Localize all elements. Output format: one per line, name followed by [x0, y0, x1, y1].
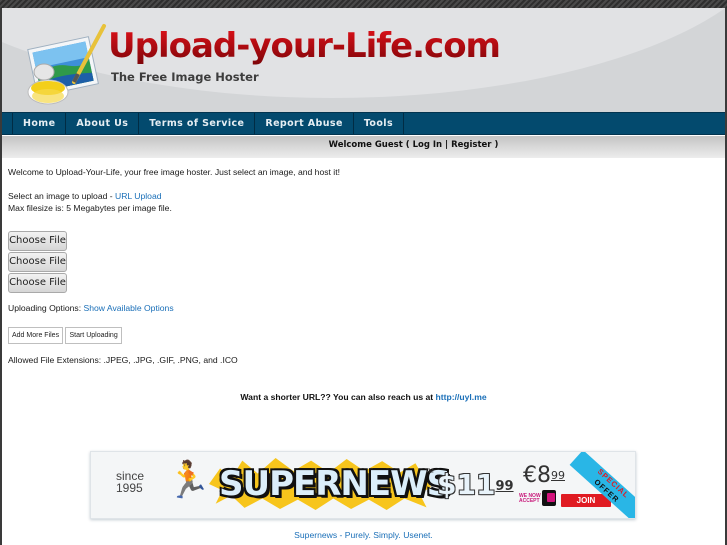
ad-caption-link[interactable]: Supernews - Purely. Simply. Usenet.: [2, 530, 725, 540]
top-decorative-strip: [0, 0, 727, 8]
welcome-prefix: Welcome Guest (: [328, 140, 413, 150]
ad-eur-cents: 99: [551, 469, 565, 482]
nav-report-abuse[interactable]: Report Abuse: [254, 113, 352, 134]
choose-file-button-3[interactable]: Choose File: [8, 273, 67, 293]
page: Upload-your-Life.com The Free Image Host…: [2, 8, 725, 545]
running-newspaper-icon: 🏃: [166, 459, 211, 500]
shorter-url-line: Want a shorter URL?? You can also reach …: [2, 392, 725, 402]
url-upload-link[interactable]: URL Upload: [115, 191, 162, 201]
ad-since-year: 1995: [116, 481, 143, 495]
nav-about-us[interactable]: About Us: [65, 113, 138, 134]
nav-terms-of-service[interactable]: Terms of Service: [138, 113, 254, 134]
main-nav: Home About Us Terms of Service Report Ab…: [2, 112, 725, 135]
allowed-extensions-text: Allowed File Extensions: .JPEG, .JPG, .G…: [8, 355, 238, 365]
select-line: Select an image to upload - URL Upload: [8, 190, 708, 202]
select-label: Select an image to upload -: [8, 191, 116, 201]
ad-brand-logo: SUPERNEWS: [219, 464, 451, 504]
upload-actions: Add More Files Start Uploading: [8, 327, 708, 344]
welcome-separator: |: [442, 140, 452, 150]
ad-price-eur: €899: [523, 464, 565, 488]
add-more-files-button[interactable]: Add More Files: [8, 327, 64, 344]
max-filesize-text: Max filesize is: 5 Megabytes per image f…: [8, 203, 172, 213]
uploading-options-line: Uploading Options: Show Available Option…: [8, 302, 708, 314]
ad-price-usd: $1199: [437, 470, 514, 500]
special-offer-ribbon: SPECIAL OFFER: [569, 452, 635, 518]
paint-picture-icon[interactable]: [22, 22, 110, 110]
choose-file-button-1[interactable]: Choose File: [8, 231, 67, 251]
intro-text: Welcome to Upload-Your-Life, your free i…: [8, 167, 340, 177]
ad-ideal-text: WE NOW ACCEPT: [519, 493, 541, 504]
file-inputs: Choose File Choose File Choose File: [8, 231, 708, 293]
welcome-suffix: ): [491, 140, 499, 150]
ad-since: since 1995: [116, 470, 144, 494]
login-link[interactable]: Log In: [413, 140, 443, 150]
ad-usd-cents: 99: [495, 479, 514, 494]
uploading-options-label: Uploading Options:: [8, 303, 84, 313]
header-banner: Upload-your-Life.com The Free Image Host…: [2, 8, 725, 113]
upload-content: Welcome to Upload-Your-Life, your free i…: [8, 166, 708, 366]
ad-trademark: TM: [425, 469, 434, 475]
nav-tools[interactable]: Tools: [352, 113, 404, 134]
show-options-link[interactable]: Show Available Options: [83, 303, 173, 313]
ad-eur-main: €8: [523, 463, 551, 488]
shorter-url-text: Want a shorter URL?? You can also reach …: [240, 392, 436, 402]
short-url-link[interactable]: http://uyl.me: [436, 392, 487, 402]
site-title[interactable]: Upload-your-Life.com: [108, 26, 501, 66]
supernews-ad-banner[interactable]: since 1995 🏃 SUPERNEWS TM $1199 €899 WE …: [90, 451, 636, 519]
ideal-payment-icon: [542, 490, 556, 506]
choose-file-button-2[interactable]: Choose File: [8, 252, 67, 272]
welcome-bar: Welcome Guest ( Log In | Register ): [2, 136, 725, 158]
start-uploading-button[interactable]: Start Uploading: [65, 327, 122, 344]
register-link[interactable]: Register: [451, 140, 491, 150]
ad-usd-main: $11: [437, 468, 496, 501]
site-tagline: The Free Image Hoster: [111, 70, 259, 84]
nav-home[interactable]: Home: [12, 113, 65, 134]
